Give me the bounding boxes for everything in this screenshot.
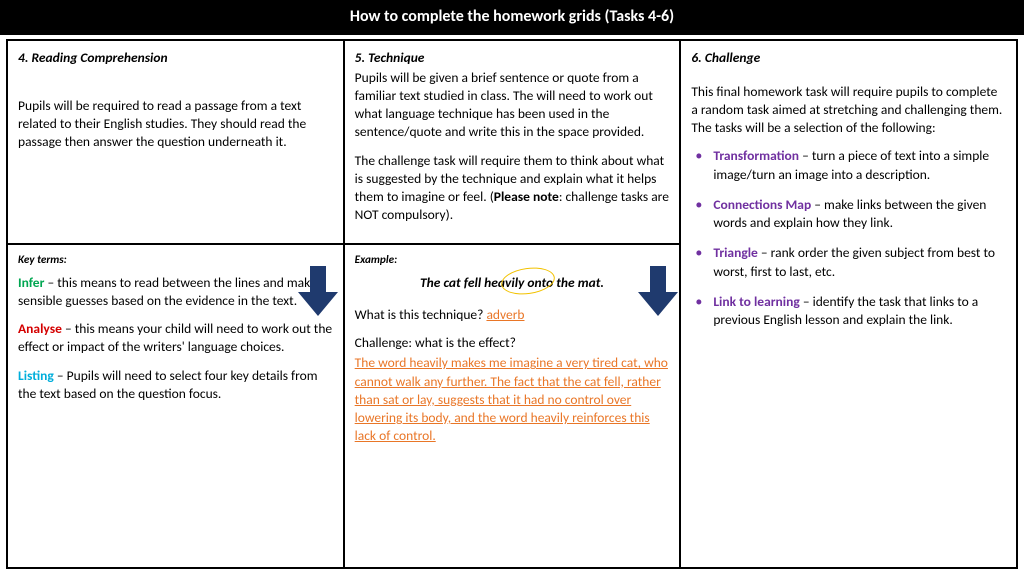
- term-connections: Connections Map: [713, 196, 811, 213]
- task4-body: Pupils will be required to read a passag…: [18, 97, 333, 152]
- example-quote-text: The cat fell heavily onto the mat.: [420, 274, 604, 291]
- term-transformation: Transformation: [713, 147, 799, 164]
- page-title: How to complete the homework grids (Task…: [0, 0, 1024, 35]
- example-q2-label: Challenge: what is the effect?: [355, 334, 670, 352]
- example-cell: Example: The cat fell heavily onto the m…: [344, 244, 681, 568]
- desc-analyse: – this means your child will need to wor…: [18, 320, 332, 355]
- term-triangle: Triangle: [713, 244, 758, 261]
- task6-cell: 6. Challenge This final homework task wi…: [680, 40, 1017, 568]
- task6-intro: This final homework task will require pu…: [691, 83, 1006, 138]
- example-quote: The cat fell heavily onto the mat.: [355, 274, 670, 292]
- homework-grid: 4. Reading Comprehension Pupils will be …: [6, 39, 1018, 569]
- down-arrow-icon: [298, 266, 338, 316]
- list-item: Connections Map – make links between the…: [691, 196, 1006, 232]
- task5-cell: 5. Technique Pupils will be given a brie…: [344, 40, 681, 244]
- task6-heading: 6. Challenge: [691, 49, 1006, 67]
- example-q1-label: What is this technique?: [355, 306, 487, 323]
- example-q1-answer: adverb: [486, 306, 524, 323]
- keyterms-cell: Key terms: Infer – this means to read be…: [7, 244, 344, 568]
- term-analyse: Analyse: [18, 320, 62, 337]
- down-arrow-icon: [638, 266, 678, 316]
- task4-heading: 4. Reading Comprehension: [18, 49, 333, 67]
- term-listing: Listing: [18, 367, 54, 384]
- task4-cell: 4. Reading Comprehension Pupils will be …: [7, 40, 344, 244]
- list-item: Transformation – turn a piece of text in…: [691, 147, 1006, 183]
- example-q2-answer: The word heavily makes me imagine a very…: [355, 354, 670, 445]
- term-infer: Infer: [18, 274, 44, 291]
- example-q1: What is this technique? adverb: [355, 306, 670, 324]
- keyterm-listing: Listing – Pupils will need to select fou…: [18, 367, 333, 403]
- desc-infer: – this means to read between the lines a…: [18, 274, 317, 309]
- example-heading: Example:: [355, 253, 670, 268]
- desc-listing: – Pupils will need to select four key de…: [18, 367, 318, 402]
- list-item: Link to learning – identify the task tha…: [691, 293, 1006, 329]
- keyterm-analyse: Analyse – this means your child will nee…: [18, 320, 333, 356]
- task5-heading: 5. Technique: [355, 49, 670, 67]
- keyterms-heading: Key terms:: [18, 253, 333, 268]
- term-link: Link to learning: [713, 293, 799, 310]
- task6-list: Transformation – turn a piece of text in…: [691, 147, 1006, 329]
- task5-p1: Pupils will be given a brief sentence or…: [355, 69, 670, 142]
- list-item: Triangle – rank order the given subject …: [691, 244, 1006, 280]
- keyterm-infer: Infer – this means to read between the l…: [18, 274, 333, 310]
- task5-p2b: Please note: [494, 188, 559, 205]
- task5-p2: The challenge task will require them to …: [355, 152, 670, 225]
